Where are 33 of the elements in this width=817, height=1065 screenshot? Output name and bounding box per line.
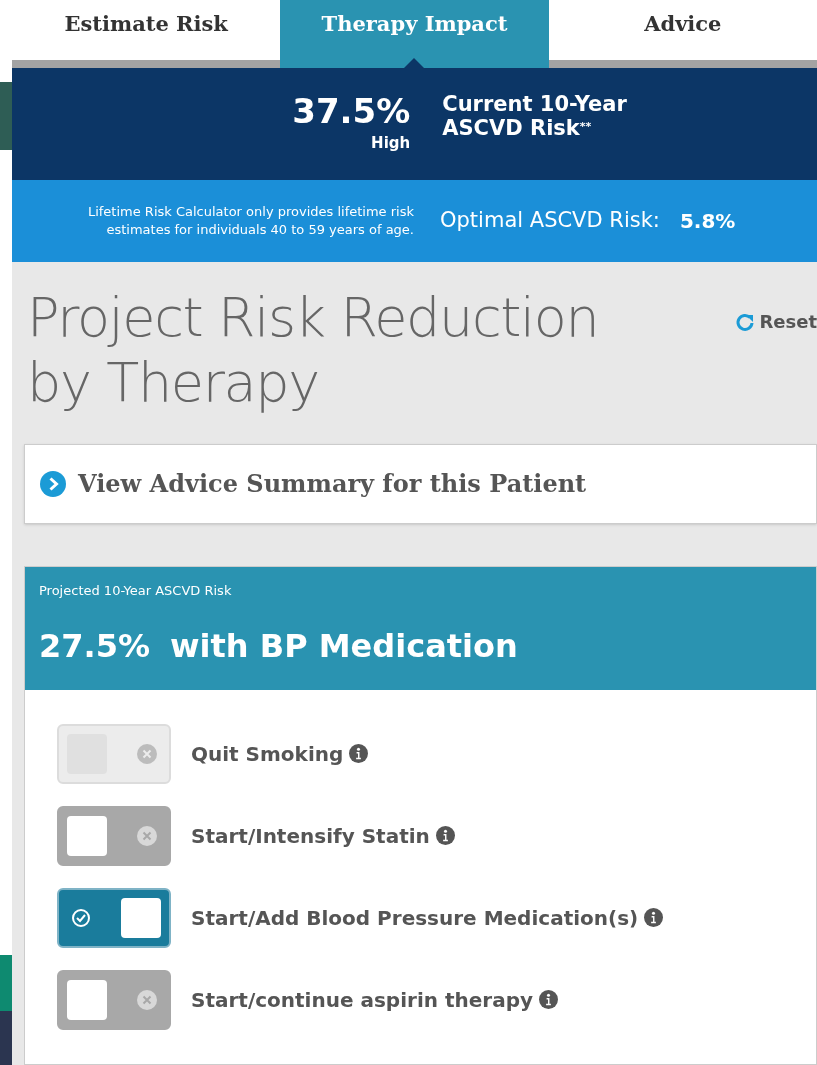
toggle-knob [121, 897, 161, 938]
projected-risk-label: with BP Medication [170, 630, 518, 663]
optimal-risk-label: Optimal ASCVD Risk: [440, 207, 660, 235]
toggle-knob [67, 979, 107, 1020]
therapy-label: Start/continue aspirin therapy [191, 986, 533, 1014]
toggle-switch[interactable] [57, 887, 171, 948]
reset-link[interactable]: Reset [735, 308, 817, 335]
therapy-label: Start/Intensify Statin [191, 822, 430, 850]
page-title: Project Risk Reduction by Therapy [27, 286, 600, 416]
risk-label: Current 10-Year ASCVD Risk$^{**}$ [442, 91, 627, 141]
info-icon[interactable] [644, 908, 664, 928]
close-circle-icon [137, 989, 157, 1010]
tab[interactable]: Therapy Impact [280, 0, 549, 68]
close-circle-icon [137, 825, 157, 846]
projected-risk-value: 27.5% [39, 630, 150, 663]
toggle-switch[interactable] [57, 969, 171, 1030]
close-circle-icon [137, 743, 157, 764]
info-icon[interactable] [349, 744, 369, 764]
risk-value: 37.5% [292, 93, 411, 128]
lifetime-note: Lifetime Risk Calculator only provides lifetime risk estimates for individuals 40 to 59 years of age. [86, 202, 415, 239]
refresh-icon [735, 311, 756, 332]
chevron-circle-icon [40, 470, 66, 497]
risk-category: High [371, 132, 411, 154]
advice-summary-link[interactable]: View Advice Summary for this Patient [24, 443, 817, 524]
projection-caption: Projected 10-Year ASCVD Risk [39, 581, 233, 600]
info-icon[interactable] [435, 826, 455, 846]
info-icon[interactable] [539, 990, 558, 1010]
therapy-label: Start/Add Blood Pressure Medication(s) [191, 904, 639, 932]
toggle-switch[interactable] [57, 805, 171, 866]
therapy-label: Quit Smoking [191, 740, 344, 768]
check-circle-icon [71, 907, 91, 928]
toggle-knob [67, 815, 107, 856]
optimal-risk-value: 5.8% [679, 208, 736, 235]
